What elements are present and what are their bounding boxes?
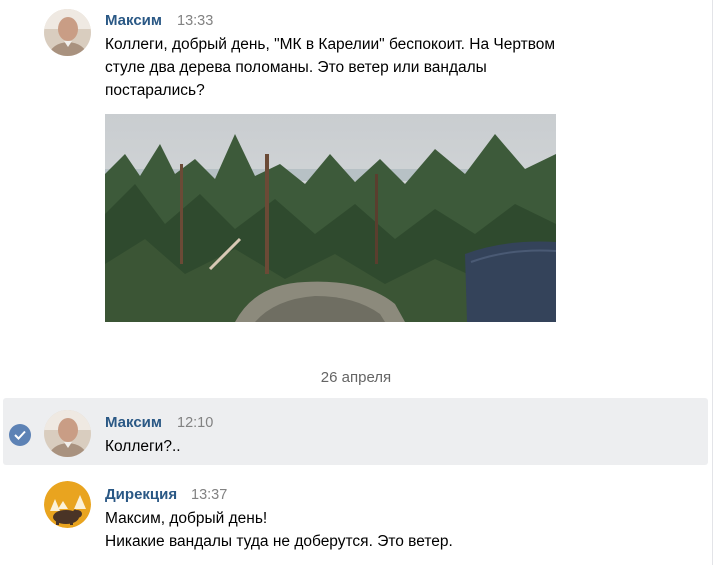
chat-right-border <box>712 0 713 565</box>
selected-check-icon[interactable] <box>9 424 31 446</box>
date-separator: 26 апреля <box>320 369 392 386</box>
avatar-maksim[interactable] <box>44 410 91 457</box>
message-text-line: Коллеги?.. <box>105 438 181 455</box>
message-author[interactable]: Максим <box>105 12 162 29</box>
message-author[interactable]: Дирекция <box>105 486 177 503</box>
bear-logo-icon <box>44 481 91 528</box>
attached-photo[interactable] <box>105 114 556 322</box>
message-author[interactable]: Максим <box>105 414 162 431</box>
message-text-line: Максим, добрый день! <box>105 510 268 527</box>
forest-photo-icon <box>105 114 556 322</box>
message-time[interactable]: 13:33 <box>177 13 213 29</box>
message-text: Коллеги?.. <box>105 435 181 458</box>
message-text-line: постарались? <box>105 82 205 99</box>
message-text: Максим, добрый день! Никакие вандалы туд… <box>105 507 453 553</box>
avatar-maksim[interactable] <box>44 9 91 56</box>
message-time[interactable]: 13:37 <box>191 487 227 503</box>
message-text-line: стуле два дерева поломаны. Это ветер или… <box>105 59 487 76</box>
message-text-line: Коллеги, добрый день, "МК в Карелии" бес… <box>105 36 556 53</box>
message-text: Коллеги, добрый день, "МК в Карелии" бес… <box>105 33 555 102</box>
message-time[interactable]: 12:10 <box>177 415 213 431</box>
message-text-line: Никакие вандалы туда не доберутся. Это в… <box>105 533 453 550</box>
avatar-direktsiya[interactable] <box>44 481 91 528</box>
